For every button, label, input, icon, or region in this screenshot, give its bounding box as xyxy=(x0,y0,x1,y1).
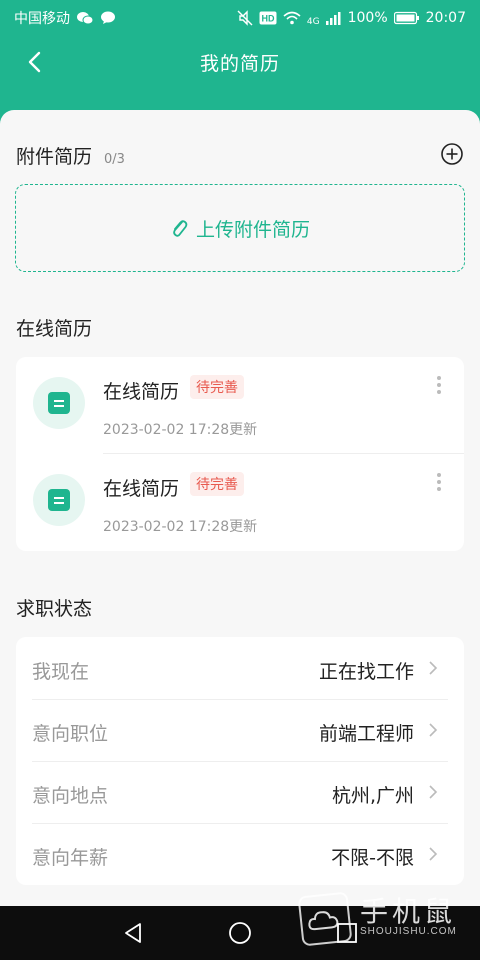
site-watermark: 手机鼠 SHOUJISHU.COM xyxy=(297,886,460,947)
system-home-button[interactable] xyxy=(227,920,253,946)
wechat-icon xyxy=(77,12,94,25)
resume-name: 在线简历 xyxy=(103,478,180,500)
chevron-right-icon xyxy=(429,661,438,675)
job-status-section-title: 求职状态 xyxy=(16,598,93,620)
chevron-right-icon xyxy=(429,847,438,861)
attachment-section-header: 附件简历 0/3 xyxy=(16,142,125,169)
triangle-back-icon xyxy=(125,923,141,943)
online-section-header: 在线简历 xyxy=(16,314,92,341)
resume-name: 在线简历 xyxy=(103,381,180,403)
battery-icon xyxy=(393,11,419,25)
svg-text:HD: HD xyxy=(261,14,274,24)
job-status-section-header: 求职状态 xyxy=(16,594,92,621)
plus-circle-icon xyxy=(441,143,463,165)
job-status-row-location[interactable]: 意向地点 杭州,广州 xyxy=(16,761,464,823)
row-label: 意向地点 xyxy=(32,785,109,807)
row-label: 我现在 xyxy=(32,661,90,683)
carrier-label: 中国移动 xyxy=(14,11,70,27)
battery-percent: 100% xyxy=(347,10,388,26)
row-label: 意向年薪 xyxy=(32,847,109,869)
watermark-text-en: SHOUJISHU.COM xyxy=(360,926,457,937)
online-resume-item[interactable]: 在线简历 待完善 2023-02-02 17:28更新 xyxy=(16,357,464,453)
chevron-left-icon xyxy=(28,51,41,73)
status-badge: 待完善 xyxy=(190,375,244,399)
online-resume-item[interactable]: 在线简历 待完善 2023-02-02 17:28更新 xyxy=(16,454,464,550)
paperclip-icon xyxy=(173,220,188,237)
cell-signal-icon xyxy=(325,12,341,25)
main-content: 附件简历 0/3 上传附件简历 在线简历 在线简历 待完善 2023-02-02… xyxy=(0,110,480,906)
online-section-title: 在线简历 xyxy=(16,318,93,340)
status-bar: 中国移动 HD 4G 100% 20:07 xyxy=(0,0,480,36)
resume-updated-time: 2023-02-02 17:28更新 xyxy=(103,519,258,535)
row-value: 前端工程师 xyxy=(318,723,414,745)
chevron-right-icon xyxy=(429,723,438,737)
system-back-button[interactable] xyxy=(120,920,146,946)
page-title: 我的简历 xyxy=(199,52,280,75)
add-attachment-button[interactable] xyxy=(440,142,464,166)
upload-attachment-label: 上传附件简历 xyxy=(195,218,310,241)
more-options-button[interactable] xyxy=(434,472,444,492)
cloud-icon xyxy=(308,911,339,931)
job-status-row-salary[interactable]: 意向年薪 不限-不限 xyxy=(16,823,464,885)
chevron-right-icon xyxy=(429,785,438,799)
online-resume-card: 在线简历 待完善 2023-02-02 17:28更新 在线简历 待完善 202… xyxy=(16,357,464,551)
wifi-icon xyxy=(283,11,301,25)
network-type-label: 4G xyxy=(306,17,320,27)
row-value: 正在找工作 xyxy=(318,661,414,683)
more-dots-icon xyxy=(437,376,441,380)
more-dots-icon xyxy=(437,473,441,477)
watermark-logo xyxy=(297,891,353,947)
circle-home-icon xyxy=(229,922,251,944)
job-status-row-position[interactable]: 意向职位 前端工程师 xyxy=(16,699,464,761)
resume-document-icon xyxy=(33,474,85,526)
row-value: 不限-不限 xyxy=(331,847,414,869)
navigation-bar: 我的简历 xyxy=(0,36,480,88)
message-icon xyxy=(101,11,115,24)
attachment-section-title: 附件简历 xyxy=(16,146,93,168)
job-status-card: 我现在 正在找工作 意向职位 前端工程师 意向地点 杭州,广州 意向年薪 不限-… xyxy=(16,637,464,885)
upload-attachment-button[interactable]: 上传附件简历 xyxy=(15,184,465,272)
clock: 20:07 xyxy=(425,10,466,26)
status-badge: 待完善 xyxy=(190,472,244,496)
row-value: 杭州,广州 xyxy=(331,785,414,807)
watermark-text-cn: 手机鼠 xyxy=(360,895,457,928)
more-options-button[interactable] xyxy=(434,375,444,395)
row-label: 意向职位 xyxy=(32,723,109,745)
hd-icon: HD xyxy=(259,11,277,25)
job-status-row-current[interactable]: 我现在 正在找工作 xyxy=(16,637,464,699)
back-button[interactable] xyxy=(20,48,48,76)
mute-icon xyxy=(237,10,253,26)
resume-updated-time: 2023-02-02 17:28更新 xyxy=(103,422,258,438)
resume-document-icon xyxy=(33,377,85,429)
attachment-count: 0/3 xyxy=(104,152,125,167)
